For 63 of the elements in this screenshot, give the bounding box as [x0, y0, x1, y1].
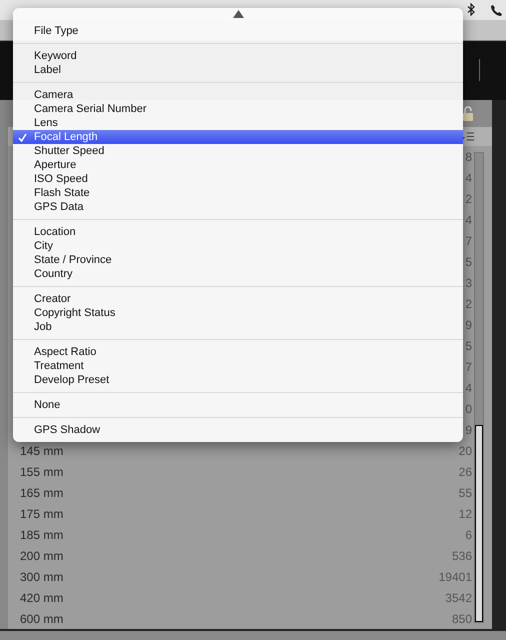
phone-icon[interactable]	[491, 4, 502, 16]
row-label: 200 mm	[20, 548, 64, 563]
menu-item[interactable]: Location	[13, 225, 463, 239]
menu-item[interactable]: Country	[13, 267, 463, 281]
row-count: 850	[452, 612, 472, 626]
row-count: 4	[465, 212, 472, 227]
row-label: 420 mm	[20, 590, 64, 605]
menu-item[interactable]: Camera	[13, 88, 463, 102]
menu-item[interactable]: Camera Serial Number	[13, 102, 463, 116]
lock-icon[interactable]	[462, 106, 474, 122]
row-count: 5	[465, 338, 472, 353]
bluetooth-icon[interactable]	[467, 3, 475, 16]
menu-item[interactable]: Keyword	[13, 49, 463, 63]
menu-item[interactable]: None	[13, 398, 463, 412]
row-label: 165 mm	[20, 486, 64, 500]
row-count: 3542	[445, 590, 472, 605]
checkmark-icon	[18, 133, 27, 142]
row-count: 0	[465, 402, 472, 416]
menu-item[interactable]: Shutter Speed	[13, 144, 463, 158]
scrollbar-track[interactable]	[474, 152, 484, 624]
row-count: 9	[465, 318, 472, 332]
row-label: 185 mm	[20, 528, 64, 542]
row-count: 20	[458, 444, 472, 458]
menu-item[interactable]: GPS Shadow	[13, 423, 463, 437]
row-count: 536	[452, 548, 472, 563]
menu-item[interactable]: Copyright Status	[13, 306, 463, 320]
scrollbar-thumb[interactable]	[475, 425, 483, 622]
menu-item[interactable]: File Type	[13, 24, 463, 38]
menu-item[interactable]: GPS Data	[13, 200, 463, 214]
row-label: 600 mm	[20, 612, 64, 626]
scroll-up-arrow-icon[interactable]	[232, 10, 244, 18]
menu-item[interactable]: Lens	[13, 116, 463, 130]
menu-item[interactable]: Aspect Ratio	[13, 345, 463, 359]
row-count: 6	[465, 528, 472, 542]
row-count: 4	[465, 380, 472, 395]
row-label: 300 mm	[20, 570, 64, 584]
row-count: 7	[465, 360, 472, 374]
row-count: 8	[465, 150, 472, 164]
row-count: 55	[458, 486, 472, 500]
row-count: 7	[465, 234, 472, 248]
row-count: 2	[465, 296, 472, 311]
row-count: 2	[465, 192, 472, 206]
menu-item[interactable]: City	[13, 239, 463, 253]
menu-item[interactable]: Treatment	[13, 359, 463, 373]
menu-item[interactable]: Develop Preset	[13, 373, 463, 387]
row-label: 155 mm	[20, 464, 64, 479]
menu-item[interactable]: ISO Speed	[13, 172, 463, 186]
row-label: 145 mm	[20, 444, 64, 458]
row-count: 5	[465, 254, 472, 269]
menu-item[interactable]: Creator	[13, 292, 463, 306]
row-count: 4	[465, 170, 472, 185]
menu-item[interactable]: Flash State	[13, 186, 463, 200]
row-count: 26	[458, 464, 472, 479]
menu-item[interactable]: Aperture	[13, 158, 463, 172]
row-label: 175 mm	[20, 506, 64, 521]
row-count: 12	[458, 506, 472, 521]
menu-item[interactable]: State / Province	[13, 253, 463, 267]
row-count: 3	[465, 276, 472, 290]
row-count: 19401	[438, 570, 472, 584]
row-count: 9	[465, 422, 472, 437]
menu-item[interactable]: Focal Length	[13, 130, 463, 144]
menu-item[interactable]: Label	[13, 63, 463, 77]
menu-item[interactable]: Job	[13, 320, 463, 334]
